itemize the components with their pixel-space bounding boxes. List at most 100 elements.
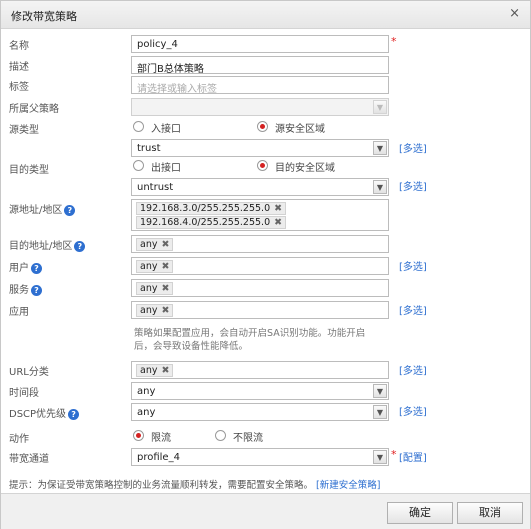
dst-addr-label-text: 目的地址/地区 — [9, 241, 73, 252]
address-tag-text: 192.168.3.0/255.255.255.0 — [140, 203, 271, 214]
dscp-select[interactable]: any ▼ — [131, 403, 389, 421]
help-icon[interactable]: ? — [31, 285, 42, 296]
time-label: 时间段 — [9, 388, 39, 399]
src-zone-select[interactable]: trust ▼ — [131, 139, 389, 157]
dst-addr-input[interactable]: any ✖ — [131, 235, 389, 253]
chevron-down-icon: ▼ — [373, 384, 387, 398]
action-label: 动作 — [9, 434, 29, 445]
src-type-label: 源类型 — [9, 125, 39, 136]
app-tag: any ✖ — [136, 304, 174, 317]
x-icon[interactable]: ✖ — [161, 305, 169, 316]
dst-zone-multiselect-link[interactable]: [多选] — [399, 178, 427, 193]
tags-label: 标签 — [9, 82, 29, 93]
service-label-text: 服务 — [9, 285, 29, 296]
service-tag-text: any — [140, 283, 158, 294]
dscp-multiselect-link[interactable]: [多选] — [399, 403, 427, 418]
user-tag: any ✖ — [136, 260, 174, 273]
desc-input[interactable]: 部门B总体策略 — [131, 56, 389, 75]
radio-circle — [215, 430, 226, 441]
radio-dst-zone-label: 目的安全区域 — [275, 163, 335, 174]
parent-select[interactable]: ▼ — [131, 98, 389, 116]
help-icon[interactable]: ? — [64, 205, 76, 216]
app-tag-text: any — [140, 305, 158, 316]
channel-label: 带宽通道 — [9, 454, 49, 465]
dscp-value: any — [137, 407, 156, 418]
dst-zone-select[interactable]: untrust ▼ — [131, 178, 389, 196]
address-tag-text: 192.168.4.0/255.255.255.0 — [140, 217, 271, 228]
tags-input[interactable]: 请选择或输入标签 — [131, 76, 389, 95]
url-input[interactable]: any ✖ — [131, 361, 389, 379]
help-icon[interactable]: ? — [31, 263, 42, 274]
src-zone-value: trust — [137, 143, 161, 154]
help-icon[interactable]: ? — [68, 409, 80, 420]
x-icon[interactable]: ✖ — [161, 365, 169, 376]
required-marker: * — [391, 35, 397, 48]
dst-zone-value: untrust — [137, 182, 174, 193]
name-input[interactable]: policy_4 — [131, 35, 389, 53]
radio-circle — [133, 121, 144, 132]
name-label: 名称 — [9, 41, 29, 52]
user-label-text: 用户 — [9, 263, 29, 274]
x-icon[interactable]: ✖ — [161, 239, 169, 250]
required-marker: * — [391, 448, 397, 461]
url-tag-text: any — [140, 365, 158, 376]
footer-tip-text: 提示：为保证受带宽策略控制的业务流量顺利转发，需要配置安全策略。 — [9, 480, 314, 491]
service-tag: any ✖ — [136, 282, 174, 295]
desc-label: 描述 — [9, 62, 29, 73]
app-input[interactable]: any ✖ — [131, 301, 389, 319]
x-icon[interactable]: ✖ — [161, 261, 169, 272]
dst-addr-label: 目的地址/地区? — [9, 237, 86, 252]
dialog-titlebar: 修改带宽策略 × — [1, 1, 530, 29]
x-icon[interactable]: ✖ — [161, 283, 169, 294]
x-icon[interactable]: ✖ — [274, 203, 282, 214]
radio-dst-interface-label: 出接口 — [151, 163, 181, 174]
src-addr-input[interactable]: 192.168.3.0/255.255.255.0 ✖ 192.168.4.0/2… — [131, 199, 389, 231]
address-tag: any ✖ — [136, 238, 174, 251]
user-tag-text: any — [140, 261, 158, 272]
chevron-down-icon: ▼ — [373, 405, 387, 419]
radio-circle-selected — [257, 160, 268, 171]
radio-circle — [133, 160, 144, 171]
time-select[interactable]: any ▼ — [131, 382, 389, 400]
close-icon[interactable]: × — [509, 6, 520, 21]
dst-type-label: 目的类型 — [9, 165, 49, 176]
address-tag: 192.168.4.0/255.255.255.0 ✖ — [136, 216, 287, 229]
address-tag-text: any — [140, 239, 158, 250]
app-label: 应用 — [9, 307, 29, 318]
user-input[interactable]: any ✖ — [131, 257, 389, 275]
url-label: URL分类 — [9, 367, 49, 378]
chevron-down-icon: ▼ — [373, 141, 387, 155]
user-label: 用户? — [9, 259, 42, 274]
dialog-footer: 确定 取消 — [1, 493, 530, 529]
dialog-title: 修改带宽策略 — [11, 10, 77, 23]
chevron-down-icon: ▼ — [373, 100, 387, 114]
src-addr-label: 源地址/地区? — [9, 201, 76, 216]
x-icon[interactable]: ✖ — [274, 217, 282, 228]
src-addr-label-text: 源地址/地区 — [9, 205, 63, 216]
service-input[interactable]: any ✖ — [131, 279, 389, 297]
channel-config-link[interactable]: [配置] — [399, 449, 427, 464]
channel-value: profile_4 — [137, 452, 180, 463]
help-icon[interactable]: ? — [74, 241, 86, 252]
ok-button[interactable]: 确定 — [387, 502, 453, 524]
radio-circle-selected — [257, 121, 268, 132]
service-label: 服务? — [9, 281, 42, 296]
radio-src-interface-label: 入接口 — [151, 124, 181, 135]
tags-placeholder: 请选择或输入标签 — [137, 84, 217, 95]
dscp-label-text: DSCP优先级 — [9, 409, 67, 420]
time-value: any — [137, 386, 156, 397]
new-security-policy-link[interactable]: [新建安全策略] — [316, 480, 380, 491]
footer-tip: 提示：为保证受带宽策略控制的业务流量顺利转发，需要配置安全策略。 [新建安全策略… — [9, 477, 380, 491]
cancel-button[interactable]: 取消 — [457, 502, 523, 524]
chevron-down-icon: ▼ — [373, 180, 387, 194]
radio-src-zone-label: 源安全区域 — [275, 124, 325, 135]
app-multiselect-link[interactable]: [多选] — [399, 302, 427, 317]
user-multiselect-link[interactable]: [多选] — [399, 258, 427, 273]
url-tag: any ✖ — [136, 364, 174, 377]
chevron-down-icon: ▼ — [373, 450, 387, 464]
channel-select[interactable]: profile_4 ▼ — [131, 448, 389, 466]
src-zone-multiselect-link[interactable]: [多选] — [399, 140, 427, 155]
edit-bandwidth-policy-dialog: 修改带宽策略 × 名称 policy_4 * 描述 部门B总体策略 标签 请选择… — [0, 0, 531, 529]
url-multiselect-link[interactable]: [多选] — [399, 362, 427, 377]
radio-no-limit-label: 不限流 — [233, 433, 263, 444]
